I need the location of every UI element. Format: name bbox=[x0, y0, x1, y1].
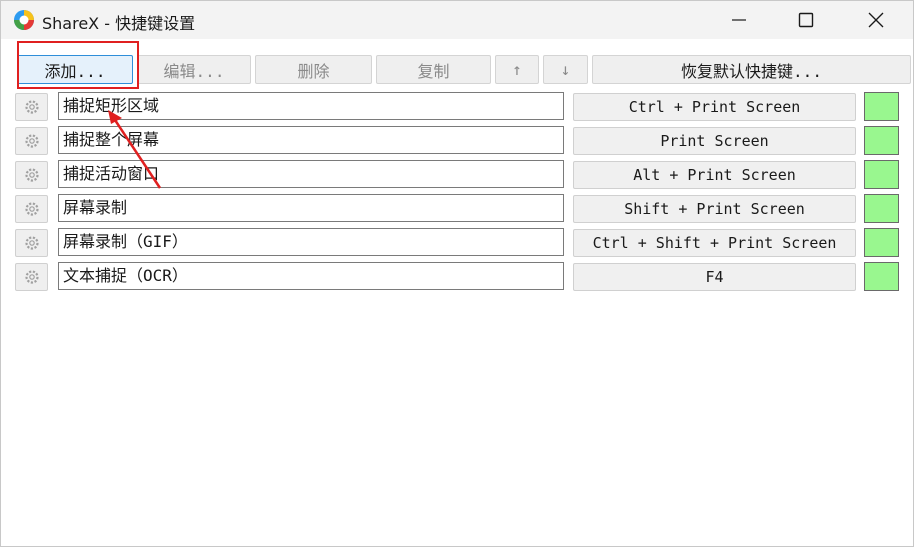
hotkey-combination[interactable]: Print Screen bbox=[573, 127, 856, 155]
hotkey-row: 捕捉整个屏幕 Print Screen bbox=[1, 126, 913, 156]
hotkey-status-indicator bbox=[864, 126, 899, 155]
hotkey-combination[interactable]: Shift + Print Screen bbox=[573, 195, 856, 223]
maximize-button[interactable] bbox=[783, 1, 829, 39]
hotkey-row: 屏幕录制 Shift + Print Screen bbox=[1, 194, 913, 224]
hotkey-task-name[interactable]: 捕捉整个屏幕 bbox=[58, 126, 564, 154]
window-title: ShareX - 快捷键设置 bbox=[42, 14, 196, 33]
hotkey-combination[interactable]: Alt + Print Screen bbox=[573, 161, 856, 189]
move-down-button[interactable]: ↓ bbox=[543, 55, 588, 84]
close-button[interactable] bbox=[853, 1, 899, 39]
hotkey-status-indicator bbox=[864, 228, 899, 257]
hotkey-settings-button[interactable] bbox=[15, 161, 48, 189]
hotkey-settings-window: ShareX - 快捷键设置 添加... 编辑... 删除 复制 ↑ ↓ 恢复默… bbox=[0, 0, 914, 547]
minimize-icon bbox=[732, 19, 746, 21]
gear-icon bbox=[24, 134, 39, 148]
hotkey-task-name[interactable]: 屏幕录制 bbox=[58, 194, 564, 222]
gear-icon bbox=[24, 100, 39, 114]
title-bar[interactable]: ShareX - 快捷键设置 bbox=[1, 1, 913, 39]
gear-icon bbox=[24, 202, 39, 216]
gear-icon bbox=[24, 270, 39, 284]
close-icon bbox=[868, 12, 884, 28]
maximize-icon bbox=[798, 12, 814, 28]
hotkey-status-indicator bbox=[864, 262, 899, 291]
hotkey-settings-button[interactable] bbox=[15, 195, 48, 223]
hotkey-task-name[interactable]: 捕捉活动窗口 bbox=[58, 160, 564, 188]
hotkey-row: 文本捕捉（OCR） F4 bbox=[1, 262, 913, 292]
hotkey-settings-button[interactable] bbox=[15, 229, 48, 257]
hotkey-status-indicator bbox=[864, 160, 899, 189]
hotkey-combination[interactable]: Ctrl + Shift + Print Screen bbox=[573, 229, 856, 257]
add-button[interactable]: 添加... bbox=[17, 55, 133, 84]
hotkey-task-name[interactable]: 屏幕录制（GIF） bbox=[58, 228, 564, 256]
hotkey-row: 捕捉活动窗口 Alt + Print Screen bbox=[1, 160, 913, 190]
gear-icon bbox=[24, 236, 39, 250]
move-up-button[interactable]: ↑ bbox=[495, 55, 539, 84]
delete-button[interactable]: 删除 bbox=[255, 55, 372, 84]
hotkey-status-indicator bbox=[864, 92, 899, 121]
hotkey-row: 屏幕录制（GIF） Ctrl + Shift + Print Screen bbox=[1, 228, 913, 258]
hotkey-task-name[interactable]: 捕捉矩形区域 bbox=[58, 92, 564, 120]
gear-icon bbox=[24, 168, 39, 182]
hotkey-combination[interactable]: Ctrl + Print Screen bbox=[573, 93, 856, 121]
hotkey-combination[interactable]: F4 bbox=[573, 263, 856, 291]
sharex-logo-icon bbox=[14, 10, 34, 30]
hotkey-settings-button[interactable] bbox=[15, 93, 48, 121]
copy-button[interactable]: 复制 bbox=[376, 55, 491, 84]
restore-defaults-button[interactable]: 恢复默认快捷键... bbox=[592, 55, 911, 84]
hotkey-status-indicator bbox=[864, 194, 899, 223]
hotkey-task-name[interactable]: 文本捕捉（OCR） bbox=[58, 262, 564, 290]
edit-button[interactable]: 编辑... bbox=[137, 55, 251, 84]
hotkey-row: 捕捉矩形区域 Ctrl + Print Screen bbox=[1, 92, 913, 122]
minimize-button[interactable] bbox=[716, 1, 762, 39]
hotkey-settings-button[interactable] bbox=[15, 263, 48, 291]
hotkey-settings-button[interactable] bbox=[15, 127, 48, 155]
